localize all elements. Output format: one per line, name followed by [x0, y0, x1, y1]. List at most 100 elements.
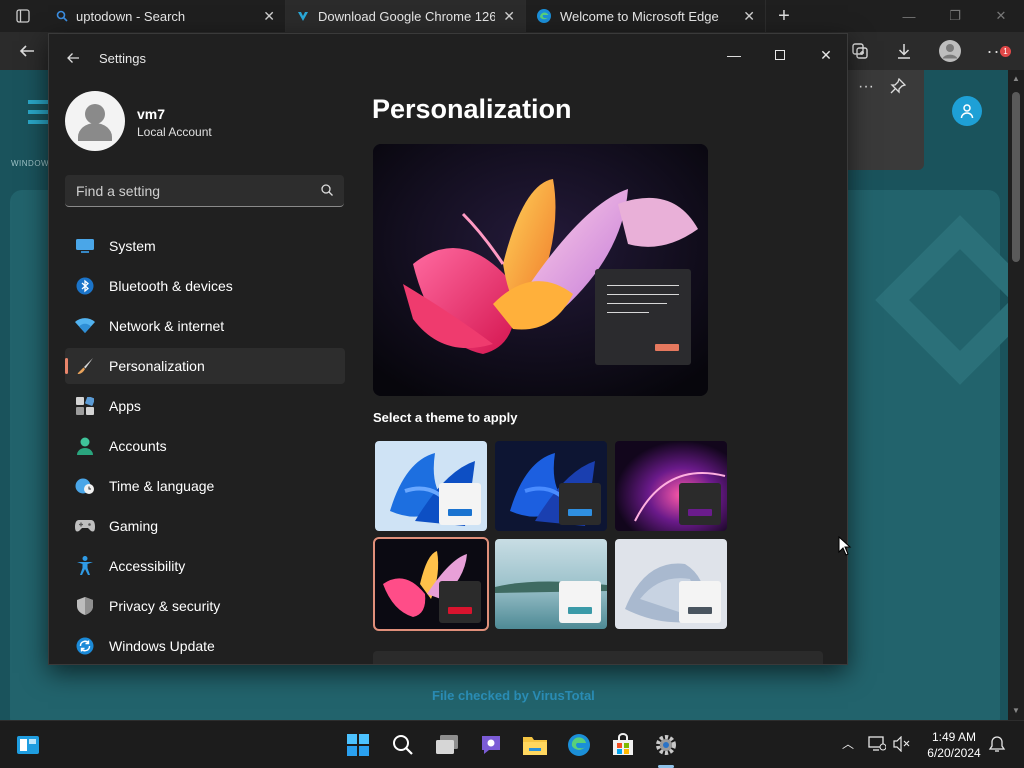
- profile-name: vm7: [137, 106, 166, 122]
- apps-icon: [75, 396, 95, 416]
- sidebar-item-label: Accounts: [109, 438, 167, 454]
- pin-icon[interactable]: [890, 78, 906, 94]
- page-scrollbar[interactable]: ▲ ▼: [1008, 70, 1024, 720]
- sidebar-item-accounts[interactable]: Accounts: [65, 428, 345, 464]
- sidebar-item-system[interactable]: System: [65, 228, 345, 264]
- edge-icon: [537, 9, 551, 23]
- system-clock[interactable]: 1:49 AM 6/20/2024: [924, 729, 984, 761]
- sidebar-item-privacy-security[interactable]: Privacy & security: [65, 588, 345, 624]
- close-icon[interactable]: ✕: [263, 8, 275, 25]
- search-icon[interactable]: [320, 183, 334, 197]
- gear-icon: [656, 735, 676, 755]
- sidebar-item-gaming[interactable]: Gaming: [65, 508, 345, 544]
- theme-windows-light[interactable]: [375, 441, 487, 531]
- teams-chat-button[interactable]: [477, 731, 505, 759]
- scrollbar-thumb[interactable]: [1012, 92, 1020, 262]
- back-arrow-icon: [19, 45, 34, 57]
- close-icon: ✕: [820, 46, 832, 63]
- sidebar-item-bluetooth[interactable]: Bluetooth & devices: [65, 268, 345, 304]
- settings-minimize-button[interactable]: —: [711, 40, 757, 70]
- close-window-icon[interactable]: ✕: [978, 0, 1024, 32]
- sidebar-item-windows-update[interactable]: Windows Update: [65, 628, 345, 664]
- hamburger-menu-icon[interactable]: [28, 100, 48, 130]
- theme-glow[interactable]: [615, 441, 727, 531]
- restore-icon[interactable]: ❐: [932, 0, 978, 32]
- next-section-card: [373, 651, 823, 664]
- sidebar-item-label: System: [109, 238, 156, 254]
- search-icon: [393, 735, 413, 755]
- search-input[interactable]: [65, 175, 305, 206]
- more-options-icon[interactable]: ···: [858, 78, 874, 96]
- settings-title: Settings: [99, 51, 146, 66]
- profile-button[interactable]: [935, 36, 965, 66]
- tab-download-chrome[interactable]: Download Google Chrome 126.0 ✕: [286, 0, 526, 32]
- browser-tab-bar: uptodown - Search ✕ Download Google Chro…: [0, 0, 1024, 32]
- notification-badge: 1: [1000, 46, 1011, 57]
- tab-title: uptodown - Search: [76, 8, 186, 24]
- virustotal-text: File checked by VirusTotal: [432, 688, 595, 703]
- webpage-user-button[interactable]: [952, 96, 982, 126]
- settings-maximize-button[interactable]: [757, 40, 803, 70]
- download-icon: [898, 44, 910, 59]
- paintbrush-icon: [75, 356, 95, 376]
- theme-windows-dark[interactable]: [495, 441, 607, 531]
- theme-sunrise[interactable]: [495, 539, 607, 629]
- sidebar-item-time-language[interactable]: Time & language: [65, 468, 345, 504]
- edge-icon: [568, 734, 590, 756]
- collections-button[interactable]: [845, 36, 875, 66]
- new-tab-button[interactable]: +: [766, 0, 802, 32]
- edge-taskbar-button[interactable]: [565, 731, 593, 759]
- person-icon: [75, 436, 95, 456]
- scroll-up-icon[interactable]: ▲: [1012, 74, 1020, 83]
- settings-nav: System Bluetooth & devices Network & int…: [65, 228, 345, 664]
- store-button[interactable]: [609, 731, 637, 759]
- theme-flow[interactable]: [615, 539, 727, 629]
- settings-and-more-button[interactable]: ··· 1: [982, 36, 1012, 66]
- account-type: Local Account: [137, 125, 212, 139]
- accessibility-icon: [75, 556, 95, 576]
- update-icon: [75, 636, 95, 656]
- sidebar-item-label: Personalization: [109, 358, 205, 374]
- back-button[interactable]: [12, 36, 42, 66]
- task-view-button[interactable]: [433, 731, 461, 759]
- settings-back-button[interactable]: [63, 48, 83, 68]
- settings-taskbar-button[interactable]: [652, 731, 680, 759]
- tab-uptodown-search[interactable]: uptodown - Search ✕: [46, 0, 286, 32]
- widgets-button[interactable]: [14, 731, 42, 759]
- network-icon[interactable]: [868, 736, 886, 752]
- browser-window-controls: — ❐ ✕: [886, 0, 1024, 32]
- volume-muted-icon[interactable]: [893, 736, 911, 752]
- folder-icon: [523, 737, 547, 755]
- sidebar-item-personalization[interactable]: Personalization: [65, 348, 345, 384]
- scroll-down-icon[interactable]: ▼: [1012, 706, 1020, 715]
- chat-icon: [482, 736, 500, 754]
- downloads-button[interactable]: [889, 36, 919, 66]
- start-button[interactable]: [344, 731, 372, 759]
- taskbar-search-button[interactable]: [389, 731, 417, 759]
- themes-section-label: Select a theme to apply: [373, 410, 518, 425]
- wifi-icon: [75, 316, 95, 336]
- tab-actions-button[interactable]: [0, 0, 46, 32]
- find-setting-search: [65, 175, 344, 207]
- maximize-icon: [775, 50, 785, 60]
- close-icon[interactable]: ✕: [743, 8, 755, 25]
- sidebar-item-label: Bluetooth & devices: [109, 278, 233, 294]
- minimize-icon[interactable]: —: [886, 0, 932, 32]
- sidebar-item-network[interactable]: Network & internet: [65, 308, 345, 344]
- close-icon[interactable]: ✕: [503, 8, 515, 25]
- sidebar-item-label: Gaming: [109, 518, 159, 534]
- avatar[interactable]: [65, 91, 125, 151]
- show-hidden-icons-chevron-icon[interactable]: ︿: [842, 735, 854, 752]
- widgets-icon: [17, 736, 39, 754]
- system-icon: [75, 236, 95, 256]
- settings-close-button[interactable]: ✕: [803, 40, 847, 70]
- sidebar-item-accessibility[interactable]: Accessibility: [65, 548, 345, 584]
- notification-bell-icon[interactable]: [988, 735, 1006, 753]
- file-explorer-button[interactable]: [521, 731, 549, 759]
- theme-preview: [373, 144, 708, 396]
- sidebar-item-apps[interactable]: Apps: [65, 388, 345, 424]
- tab-welcome-edge[interactable]: Welcome to Microsoft Edge ✕: [526, 0, 766, 32]
- clock-date: 6/20/2024: [927, 746, 981, 760]
- theme-captured-motion[interactable]: [373, 537, 489, 631]
- bluetooth-icon: [75, 276, 95, 296]
